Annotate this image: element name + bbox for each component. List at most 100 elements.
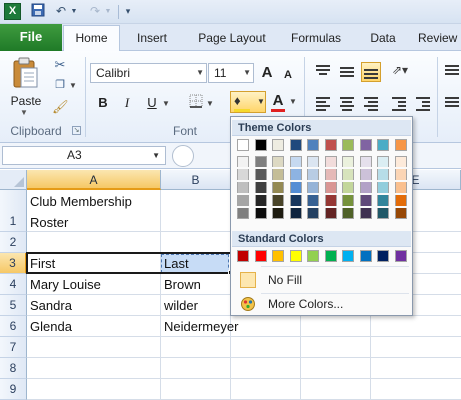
copy-icon[interactable]: ❐ (52, 77, 68, 93)
cell-a1-line1[interactable]: Club Membership (27, 191, 132, 212)
theme-color-swatch[interactable] (307, 139, 319, 151)
theme-shade-swatch[interactable] (272, 208, 284, 219)
shrink-font-button[interactable]: A (279, 66, 297, 84)
theme-shade-swatch[interactable] (272, 156, 284, 167)
formula-bar-button[interactable] (172, 145, 194, 167)
row-header-9[interactable]: 9 (0, 379, 27, 400)
fill-color-dropdown-icon[interactable]: ▼ (257, 97, 265, 106)
theme-shade-swatch[interactable] (394, 182, 407, 193)
theme-shade-swatch[interactable] (254, 169, 267, 180)
theme-shade-swatch[interactable] (289, 156, 302, 167)
standard-color-swatch[interactable] (394, 250, 407, 262)
theme-shade-swatch[interactable] (272, 169, 284, 180)
underline-dropdown-icon[interactable]: ▼ (162, 99, 170, 108)
tab-data[interactable]: Data (362, 26, 404, 51)
theme-shade-swatch[interactable] (324, 182, 337, 193)
standard-color-swatch[interactable] (237, 250, 249, 262)
tab-page-layout[interactable]: Page Layout (190, 26, 274, 51)
underline-button[interactable]: U (143, 94, 161, 112)
cell-a5[interactable]: Sandra (27, 295, 72, 316)
chevron-down-icon[interactable]: ▼ (196, 64, 204, 82)
theme-color-swatch[interactable] (377, 139, 389, 151)
font-color-button[interactable]: A ▼ (270, 92, 298, 112)
theme-shade-swatch[interactable] (394, 208, 407, 219)
paste-dropdown-icon[interactable]: ▼ (20, 108, 28, 117)
borders-dropdown-icon[interactable]: ▼ (206, 99, 214, 108)
standard-color-swatch[interactable] (254, 250, 267, 262)
undo-dropdown-icon[interactable]: ▼ (70, 3, 78, 20)
align-right-icon[interactable] (362, 95, 380, 111)
theme-color-swatch[interactable] (289, 139, 302, 151)
theme-shade-swatch[interactable] (359, 195, 372, 206)
fill-color-button[interactable]: ♦ ▼ (230, 91, 266, 113)
theme-shade-swatch[interactable] (237, 208, 249, 219)
cell-b4[interactable]: Brown (161, 274, 201, 295)
save-icon[interactable] (30, 3, 46, 20)
theme-shade-swatch[interactable] (237, 195, 249, 206)
theme-shade-swatch[interactable] (324, 208, 337, 219)
theme-shade-swatch[interactable] (307, 195, 319, 206)
theme-color-swatch[interactable] (342, 139, 354, 151)
theme-color-swatch[interactable] (272, 139, 284, 151)
row-header-7[interactable]: 7 (0, 337, 27, 358)
more-colors-option[interactable]: More Colors... (232, 293, 411, 315)
borders-icon[interactable] (187, 94, 205, 112)
row-header-4[interactable]: 4 (0, 274, 27, 295)
theme-shade-swatch[interactable] (394, 195, 407, 206)
theme-shade-swatch[interactable] (237, 169, 249, 180)
row-header-6[interactable]: 6 (0, 316, 27, 337)
wrap-text-icon[interactable] (443, 63, 461, 79)
theme-shade-swatch[interactable] (307, 156, 319, 167)
align-left-icon[interactable] (314, 95, 332, 111)
theme-color-swatch[interactable] (254, 139, 267, 151)
orientation-icon[interactable]: ⇗▾ (392, 63, 410, 79)
theme-color-swatch[interactable] (237, 139, 249, 151)
paste-button[interactable]: Paste (6, 94, 46, 108)
chevron-down-icon[interactable]: ▼ (152, 147, 160, 164)
chevron-down-icon[interactable]: ▼ (243, 64, 251, 82)
theme-shade-swatch[interactable] (254, 195, 267, 206)
align-bottom-icon[interactable] (361, 62, 381, 82)
row-header-2[interactable]: 2 (0, 232, 27, 253)
theme-color-swatch[interactable] (394, 139, 407, 151)
cut-icon[interactable]: ✂ (52, 57, 68, 73)
theme-shade-swatch[interactable] (359, 169, 372, 180)
theme-shade-swatch[interactable] (307, 208, 319, 219)
cell-b5[interactable]: wilder (161, 295, 198, 316)
theme-shade-swatch[interactable] (377, 195, 389, 206)
align-center-icon[interactable] (338, 95, 356, 111)
row-header-3[interactable]: 3 (0, 253, 27, 274)
cell-a6[interactable]: Glenda (27, 316, 72, 337)
theme-shade-swatch[interactable] (272, 182, 284, 193)
increase-indent-icon[interactable] (414, 95, 432, 111)
theme-shade-swatch[interactable] (342, 195, 354, 206)
format-painter-icon[interactable]: 🖌 (52, 99, 69, 115)
standard-color-swatch[interactable] (272, 250, 284, 262)
cell-a1-line2[interactable]: Roster (27, 212, 68, 233)
theme-shade-swatch[interactable] (377, 208, 389, 219)
column-header-a[interactable]: A (27, 170, 161, 190)
bold-button[interactable]: B (94, 94, 112, 112)
clipboard-launcher-icon[interactable]: ↘ (72, 126, 81, 135)
select-all-button[interactable] (0, 170, 27, 190)
standard-color-swatch[interactable] (289, 250, 302, 262)
theme-color-swatch[interactable] (324, 139, 337, 151)
italic-button[interactable]: I (118, 94, 136, 112)
theme-shade-swatch[interactable] (324, 195, 337, 206)
theme-shade-swatch[interactable] (307, 169, 319, 180)
theme-shade-swatch[interactable] (272, 195, 284, 206)
standard-color-swatch[interactable] (324, 250, 337, 262)
merge-center-icon[interactable] (443, 95, 461, 111)
font-size-combo[interactable]: 11 ▼ (208, 63, 254, 83)
align-middle-icon[interactable] (338, 63, 356, 79)
theme-color-swatch[interactable] (359, 139, 372, 151)
standard-color-swatch[interactable] (307, 250, 319, 262)
theme-shade-swatch[interactable] (289, 195, 302, 206)
theme-shade-swatch[interactable] (359, 156, 372, 167)
copy-dropdown-icon[interactable]: ▼ (69, 81, 77, 90)
theme-shade-swatch[interactable] (307, 182, 319, 193)
align-top-icon[interactable] (314, 63, 332, 79)
decrease-indent-icon[interactable] (390, 95, 408, 111)
standard-color-swatch[interactable] (359, 250, 372, 262)
theme-shade-swatch[interactable] (377, 182, 389, 193)
